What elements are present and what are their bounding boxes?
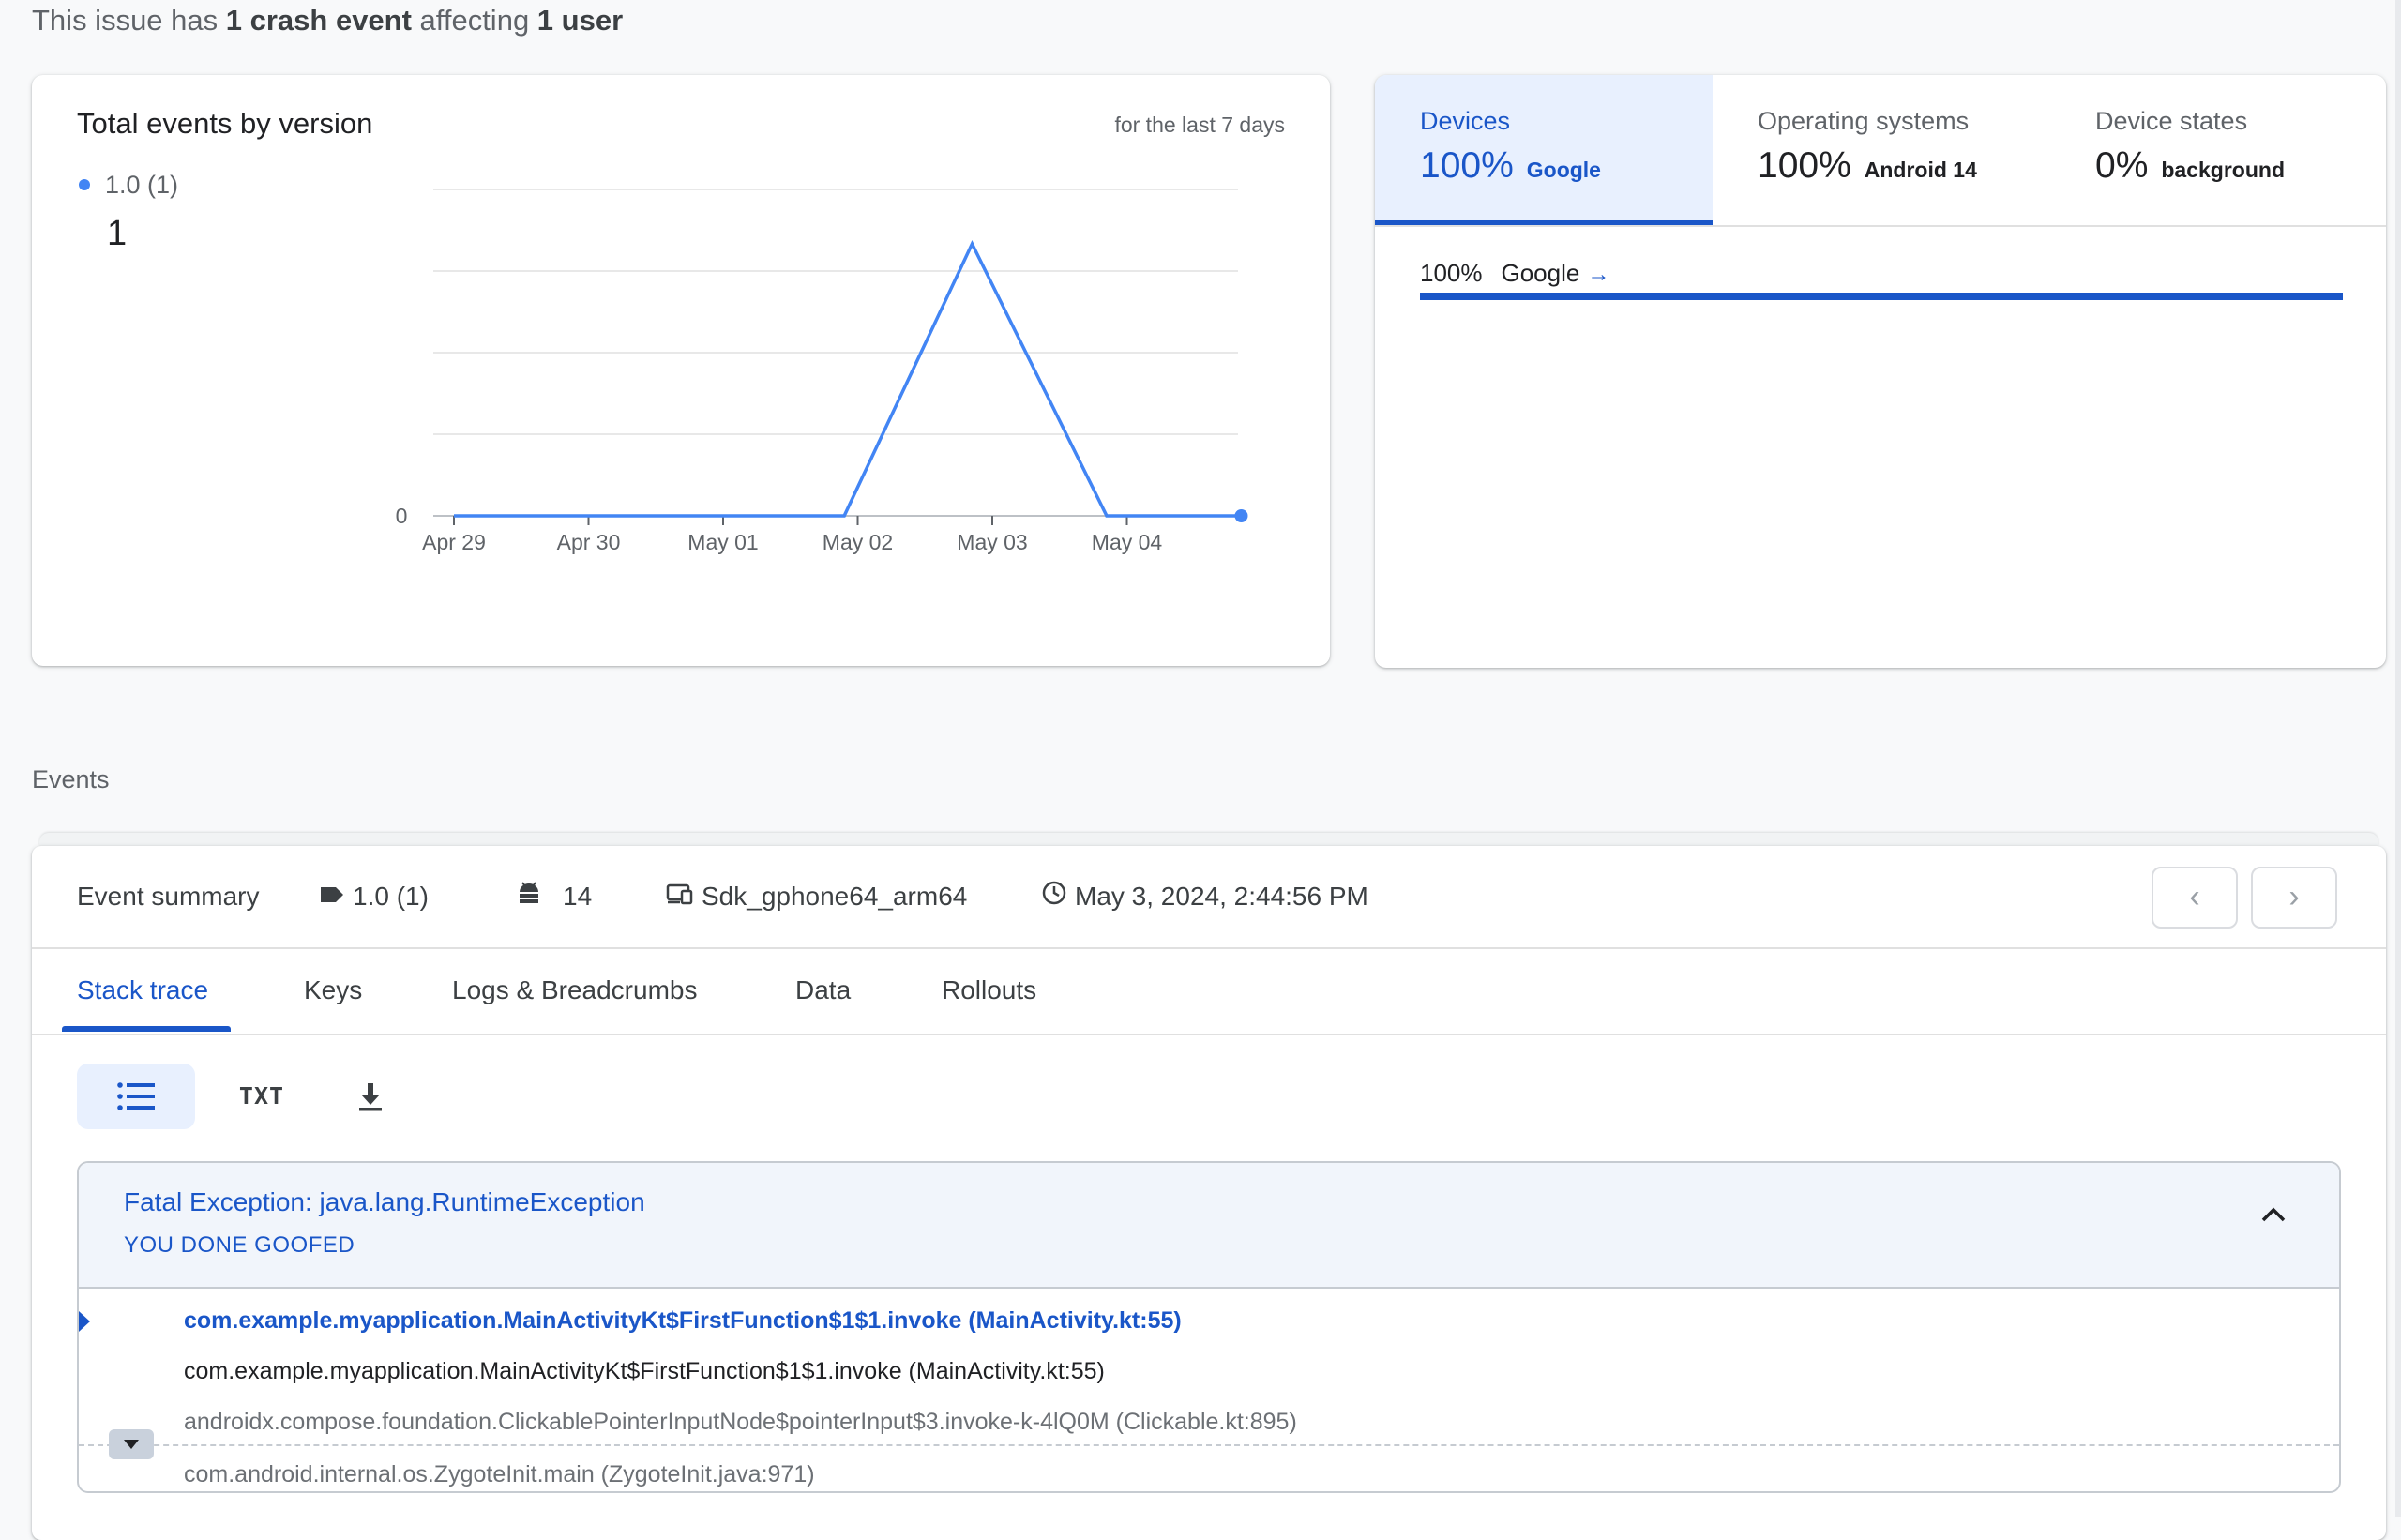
series-line [454, 239, 1242, 518]
os-top-name: Android 14 [1864, 158, 1977, 182]
collapsed-frames-divider [79, 1444, 2339, 1446]
os-percent: 100% [1758, 145, 1851, 186]
tab-devices[interactable]: Devices 100% Google [1375, 75, 1713, 225]
event-timestamp: May 3, 2024, 2:44:56 PM [1041, 880, 1368, 914]
events-card: Event summary 1.0 (1) 14 Sdk_gphone64_ar… [32, 846, 2386, 1540]
tab-rollouts[interactable]: Rollouts [942, 975, 1036, 1005]
distribution-card: Devices 100% Google Operating systems 100… [1375, 75, 2386, 668]
expand-frames-caret-down-icon[interactable] [109, 1429, 154, 1459]
list-icon [117, 1081, 155, 1110]
tab-keys[interactable]: Keys [304, 975, 362, 1005]
tab-operating-systems[interactable]: Operating systems 100% Android 14 [1713, 75, 2050, 225]
tag-icon [319, 882, 345, 912]
scrollbar-track[interactable] [2395, 0, 2401, 1517]
tab-stack-trace[interactable]: Stack trace [77, 975, 208, 1005]
chart-range-label: for the last 7 days [1114, 113, 1285, 137]
tab-data[interactable]: Data [795, 975, 851, 1005]
android-icon [516, 881, 542, 912]
device-states-top-name: background [2161, 158, 2285, 182]
exception-block: Fatal Exception: java.lang.RuntimeExcept… [77, 1161, 2341, 1493]
device-states-percent: 0% [2095, 145, 2149, 186]
stack-frame[interactable]: androidx.compose.foundation.ClickablePoi… [184, 1409, 1297, 1436]
events-line-chart: 0 Apr 29 Apr 30 May 01 May 02 May 03 May 04 [396, 189, 1248, 554]
distribution-row-percent: 100% [1420, 259, 1483, 287]
chart-legend-item[interactable]: 1.0 (1) [79, 171, 178, 200]
stack-frame[interactable]: com.example.myapplication.MainActivityKt… [184, 1358, 1105, 1385]
x-tick-label: May 01 [687, 530, 758, 554]
events-by-version-card: 0 Apr 29 Apr 30 May 01 May 02 May 03 May 04 To… [32, 75, 1330, 666]
devices-top-name: Google [1526, 158, 1601, 182]
affected-user-count: 1 user [536, 4, 624, 37]
x-tick-label: May 03 [957, 530, 1027, 554]
stack-frame[interactable]: com.android.internal.os.ZygoteInit.main … [184, 1461, 815, 1488]
distribution-bar [1420, 293, 2343, 300]
crash-event-count: 1 crash event [225, 4, 412, 37]
stack-frame[interactable]: com.example.myapplication.MainActivityKt… [184, 1307, 1182, 1335]
list-view-button[interactable] [77, 1064, 195, 1129]
stacked-card-edge [39, 833, 2378, 846]
events-heading: Events [32, 765, 110, 793]
x-tick-label: Apr 30 [557, 530, 621, 554]
txt-view-button[interactable]: TXT [203, 1064, 321, 1129]
event-api-level: 14 [516, 882, 592, 913]
event-summary-title: Event summary [77, 882, 260, 911]
y-tick-label: 0 [396, 504, 408, 528]
collapse-chevron-up-icon[interactable] [2260, 1206, 2287, 1228]
download-icon [359, 1082, 382, 1111]
chart-title: Total events by version [77, 107, 373, 140]
x-tick-label: May 04 [1092, 530, 1163, 554]
tab-logs-breadcrumbs[interactable]: Logs & Breadcrumbs [452, 975, 697, 1005]
distribution-bar-fill [1420, 293, 2343, 300]
event-summary-bar: Event summary 1.0 (1) 14 Sdk_gphone64_ar… [32, 846, 2386, 949]
event-device: Sdk_gphone64_arm64 [666, 882, 967, 913]
x-tick-label: Apr 29 [422, 530, 486, 554]
current-frame-marker-icon [79, 1311, 90, 1332]
devices-icon [666, 882, 694, 912]
issue-summary: This issue has 1 crash event affecting 1… [32, 4, 624, 37]
distribution-row-google[interactable]: 100% Google → [1420, 259, 1609, 288]
legend-dot-icon [79, 178, 90, 190]
exception-title: Fatal Exception: java.lang.RuntimeExcept… [124, 1187, 645, 1216]
distribution-tabs: Devices 100% Google Operating systems 100… [1375, 75, 2386, 227]
event-tabs: Stack trace Keys Logs & Breadcrumbs Data… [32, 947, 2386, 1035]
series-end-point [1234, 509, 1248, 522]
download-button[interactable] [311, 1064, 430, 1129]
previous-event-button[interactable]: ‹ [2152, 867, 2238, 929]
chart-legend-value: 1 [107, 214, 128, 253]
x-tick-label: May 02 [823, 530, 893, 554]
distribution-row-name: Google [1501, 259, 1580, 287]
tab-device-states[interactable]: Device states 0% background [2050, 75, 2386, 225]
active-tab-indicator [62, 1026, 231, 1032]
event-version: 1.0 (1) [319, 882, 429, 913]
exception-header[interactable]: Fatal Exception: java.lang.RuntimeExcept… [79, 1163, 2339, 1289]
next-event-button[interactable]: › [2251, 867, 2337, 929]
devices-percent: 100% [1420, 145, 1514, 186]
clock-icon [1041, 880, 1067, 913]
exception-message: YOU DONE GOOFED [124, 1232, 355, 1258]
arrow-right-icon: → [1587, 262, 1610, 287]
